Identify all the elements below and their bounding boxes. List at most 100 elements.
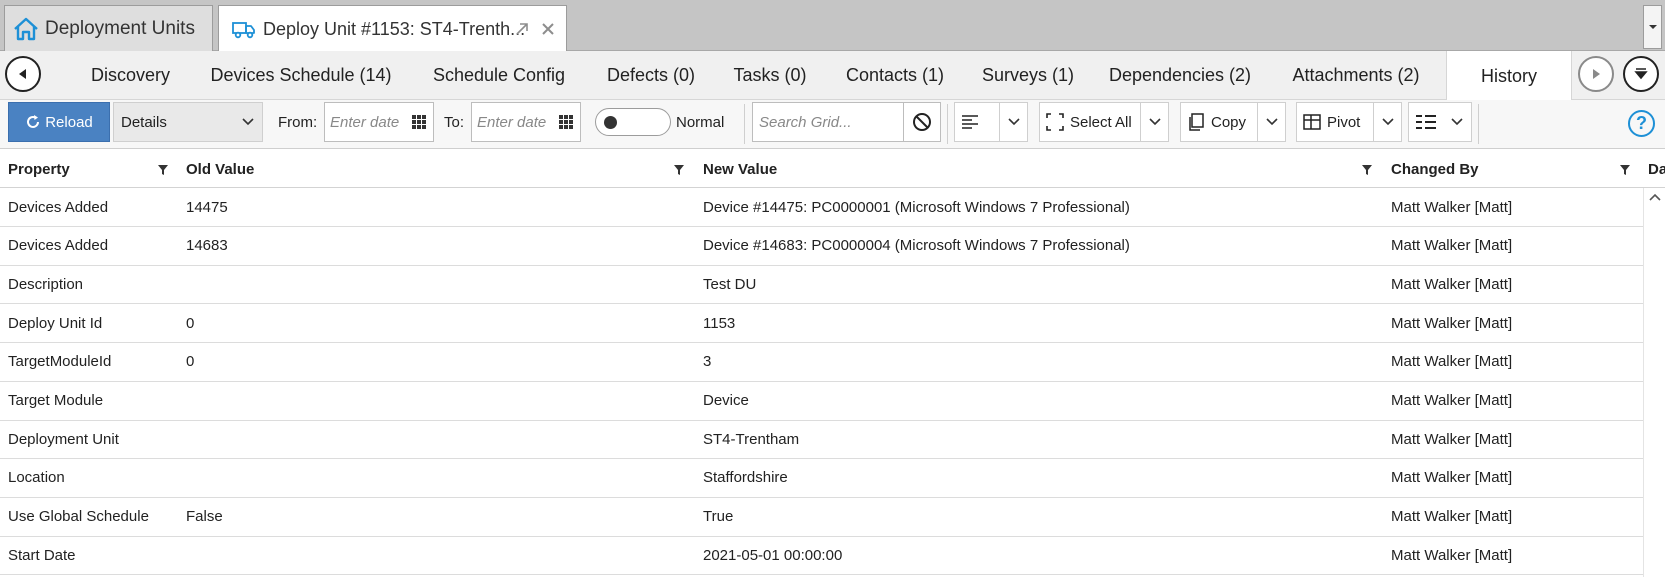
- cell-new-value: 2021-05-01 00:00:00: [703, 546, 843, 564]
- table-row[interactable]: TargetModuleId 0 3 Matt Walker [Matt]: [0, 343, 1643, 382]
- to-date-input[interactable]: Enter date: [471, 102, 581, 142]
- cell-changed-by: Matt Walker [Matt]: [1391, 353, 1513, 371]
- tab-deployment-units[interactable]: Deployment Units: [4, 5, 213, 51]
- tab-contacts[interactable]: Contacts (1): [840, 51, 950, 99]
- grid-header: Property Old Value New Value Changed By …: [0, 151, 1665, 188]
- filter-icon[interactable]: [1361, 164, 1373, 176]
- toolbar-divider: [1478, 104, 1479, 144]
- chevron-down-icon[interactable]: [1373, 103, 1401, 141]
- tab-tasks[interactable]: Tasks (0): [728, 51, 812, 99]
- scroll-right-button[interactable]: [1578, 56, 1614, 92]
- cell-changed-by: Matt Walker [Matt]: [1391, 314, 1513, 332]
- chevron-up-icon: [1649, 193, 1661, 201]
- cell-old-value: [178, 459, 186, 497]
- tab-defects[interactable]: Defects (0): [603, 51, 699, 99]
- filter-icon[interactable]: [673, 164, 685, 176]
- tab-attachments[interactable]: Attachments (2): [1282, 51, 1430, 99]
- cell-changed-by: Matt Walker [Matt]: [1391, 508, 1513, 526]
- caret-down-icon: [1634, 68, 1648, 80]
- search-grid-input[interactable]: Search Grid...: [752, 102, 904, 142]
- cell-new-value: Staffordshire: [703, 469, 788, 487]
- grid-toolbar: Reload Details From: Enter date To: Ente…: [0, 100, 1665, 149]
- truck-icon: [229, 14, 259, 44]
- align-split-button[interactable]: [954, 102, 1028, 142]
- pivot-table-icon: [1303, 114, 1321, 130]
- table-row[interactable]: Devices Added 14683 Device #14683: PC00000…: [0, 227, 1643, 266]
- tab-surveys[interactable]: Surveys (1): [978, 51, 1078, 99]
- cell-old-value: 14683: [186, 237, 228, 255]
- cell-changed-by: Matt Walker [Matt]: [1391, 430, 1513, 448]
- cell-property: Devices Added: [8, 237, 109, 255]
- column-header-changed-by[interactable]: Changed By: [1383, 151, 1633, 188]
- cell-changed-by: Matt Walker [Matt]: [1391, 546, 1513, 564]
- cell-property: Use Global Schedule: [8, 508, 149, 526]
- pop-out-icon[interactable]: [511, 18, 533, 40]
- select-all-split-button[interactable]: Select All: [1039, 102, 1169, 142]
- from-label: From:: [278, 113, 318, 131]
- tab-devices-schedule[interactable]: Devices Schedule (14): [205, 51, 397, 99]
- column-header-new-value[interactable]: New Value: [695, 151, 1375, 188]
- chevron-down-icon: [242, 118, 254, 126]
- table-row[interactable]: Use Global Schedule False True Matt Walker …: [0, 498, 1643, 537]
- column-header-old-value[interactable]: Old Value: [178, 151, 688, 188]
- layout-split-button[interactable]: [1408, 102, 1472, 142]
- more-tabs-button[interactable]: [1623, 56, 1659, 92]
- table-row[interactable]: Target Module Device Matt Walker [Matt]: [0, 382, 1643, 421]
- chevron-down-icon: [1648, 25, 1657, 29]
- cell-property: TargetModuleId: [8, 353, 112, 371]
- no-entry-icon: [913, 113, 931, 131]
- close-icon[interactable]: [537, 18, 559, 40]
- chevron-down-icon[interactable]: [1140, 103, 1168, 141]
- reload-button[interactable]: Reload: [8, 102, 110, 142]
- table-row[interactable]: Location Staffordshire Matt Walker [Matt]: [0, 459, 1643, 498]
- table-row[interactable]: Description Test DU Matt Walker [Matt]: [0, 265, 1643, 305]
- tab-discovery[interactable]: Discovery: [83, 51, 178, 99]
- chevron-down-icon[interactable]: [1257, 103, 1285, 141]
- cell-new-value: 1153: [703, 314, 736, 332]
- cell-property: Description: [8, 275, 84, 293]
- help-icon[interactable]: ?: [1628, 110, 1655, 137]
- toolbar-divider: [947, 104, 948, 144]
- mode-toggle-label: Normal: [676, 113, 725, 131]
- table-row[interactable]: Deploy Unit Id 0 1153 Matt Walker [Matt]: [0, 304, 1643, 344]
- align-left-icon: [962, 115, 978, 129]
- chevron-down-icon[interactable]: [999, 103, 1027, 141]
- cell-changed-by: Matt Walker [Matt]: [1391, 469, 1513, 487]
- vertical-scrollbar[interactable]: [1643, 188, 1665, 577]
- scroll-left-button[interactable]: [5, 56, 41, 92]
- table-row[interactable]: Devices Added 14475 Device #14475: PC00000…: [0, 188, 1643, 227]
- table-row[interactable]: Start Date 2021-05-01 00:00:00 Matt Walker…: [0, 536, 1643, 576]
- cell-property: Start Date: [8, 546, 76, 564]
- chevron-down-icon[interactable]: [1443, 103, 1471, 141]
- cell-property: Target Module: [8, 392, 104, 409]
- column-header-date[interactable]: Da: [1640, 151, 1665, 188]
- tab-dependencies[interactable]: Dependencies (2): [1106, 51, 1254, 99]
- clear-search-button[interactable]: [903, 102, 941, 142]
- column-header-property[interactable]: Property: [0, 151, 176, 188]
- tab-label: Deployment Units: [45, 17, 195, 39]
- tab-list-dropdown[interactable]: [1643, 5, 1662, 49]
- calendar-grid-icon: [559, 115, 573, 129]
- filter-icon[interactable]: [157, 164, 169, 176]
- cell-changed-by: Matt Walker [Matt]: [1391, 392, 1513, 409]
- from-date-input[interactable]: Enter date: [324, 102, 434, 142]
- cell-new-value: Device #14683: PC0000004 (Microsoft Wind…: [703, 237, 1130, 255]
- list-view-icon: [1416, 115, 1436, 129]
- tab-schedule-config[interactable]: Schedule Config: [425, 51, 573, 99]
- mode-toggle[interactable]: [595, 108, 671, 136]
- caret-left-icon: [19, 69, 26, 79]
- cell-new-value: Test DU: [703, 275, 757, 293]
- cell-old-value: [178, 420, 186, 458]
- pivot-split-button[interactable]: Pivot: [1296, 102, 1402, 142]
- tab-deploy-unit-1153[interactable]: Deploy Unit #1153: ST4-Trenth...: [218, 5, 567, 52]
- cell-old-value: [178, 536, 186, 574]
- table-row[interactable]: Deployment Unit ST4-Trentham Matt Walker […: [0, 420, 1643, 460]
- cell-property: Deployment Unit: [8, 430, 119, 448]
- filter-icon[interactable]: [1619, 164, 1631, 176]
- cell-old-value: [178, 382, 186, 420]
- view-select[interactable]: Details: [113, 102, 263, 142]
- tab-history[interactable]: History: [1446, 51, 1572, 101]
- calendar-grid-icon: [412, 115, 426, 129]
- select-all-icon: [1046, 113, 1064, 131]
- copy-split-button[interactable]: Copy: [1180, 102, 1286, 142]
